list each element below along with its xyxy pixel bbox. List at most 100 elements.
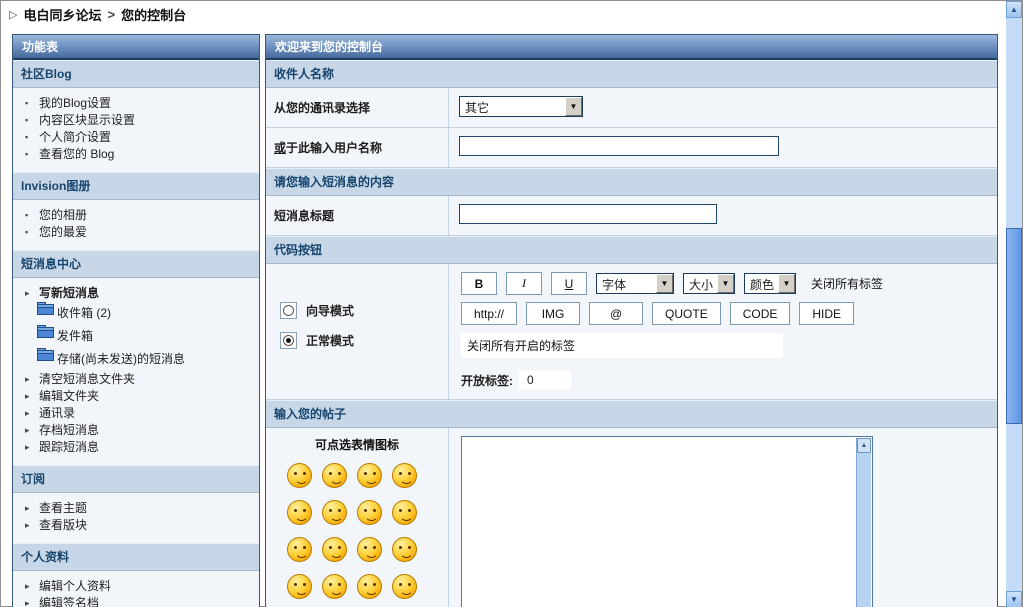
sidebar-item[interactable]: ▸通讯录	[25, 405, 255, 422]
normal-mode-label: 正常模式	[306, 332, 354, 349]
chevron-down-icon[interactable]: ▼	[717, 274, 734, 293]
emoticon-thinking-icon[interactable]	[357, 574, 382, 599]
sidebar-item[interactable]: 存储(尚未发送)的短消息	[25, 348, 255, 371]
bbcode-code-button[interactable]: CODE	[730, 302, 791, 325]
sidebar-item[interactable]: ▪我的Blog设置	[25, 95, 255, 112]
sidebar-item[interactable]: ▸编辑文件夹	[25, 388, 255, 405]
font-select[interactable]: 字体 ▼	[596, 273, 674, 294]
sidebar-item-label: 通讯录	[39, 405, 75, 422]
post-textarea[interactable]: ▲	[461, 436, 873, 607]
emoticon-wink-icon[interactable]	[392, 537, 417, 562]
sidebar-item[interactable]: ▪个人简介设置	[25, 129, 255, 146]
radio-icon[interactable]	[280, 302, 297, 319]
sidebar-title: 功能表	[13, 35, 259, 60]
sidebar-item[interactable]: ▸写新短消息	[25, 285, 255, 302]
sidebar-item-label: 查看主题	[39, 500, 87, 517]
normal-mode-radio[interactable]: 正常模式	[280, 332, 448, 349]
emoticon-frustrated-icon[interactable]	[322, 574, 347, 599]
sidebar-item-label: 发件箱	[57, 327, 93, 346]
bbcode-quote-button[interactable]: QUOTE	[652, 302, 721, 325]
main-panel: 欢迎来到您的控制台 收件人名称 从您的通讯录选择 其它 ▼ 或于此输入用户名称 …	[265, 34, 998, 607]
arrow-bullet-icon: ▸	[25, 371, 39, 388]
emoticon-smile-icon[interactable]	[287, 463, 312, 488]
sidebar-item-label: 编辑文件夹	[39, 388, 99, 405]
folder-icon	[37, 325, 54, 338]
sidebar-item[interactable]: ▪查看您的 Blog	[25, 146, 255, 163]
breadcrumb-forum-link[interactable]: 电白同乡论坛	[23, 5, 101, 24]
chevron-down-icon[interactable]: ▼	[778, 274, 795, 293]
textarea-scrollbar[interactable]: ▲	[856, 438, 871, 607]
scroll-up-icon[interactable]: ▲	[857, 438, 871, 453]
bbcode--button[interactable]: @	[589, 302, 643, 325]
bbcode-hide-button[interactable]: HIDE	[799, 302, 854, 325]
address-book-select[interactable]: 其它 ▼	[459, 96, 583, 117]
bbcode-http-button[interactable]: http://	[461, 302, 517, 325]
username-input[interactable]	[459, 136, 779, 156]
breadcrumb-separator: >	[107, 7, 115, 22]
message-content-section-header: 请您输入短消息的内容	[266, 168, 997, 196]
bold-button[interactable]: B	[461, 272, 497, 295]
arrow-bullet-icon: ▸	[25, 595, 39, 607]
main-title: 欢迎来到您的控制台	[266, 35, 997, 60]
page-scrollbar[interactable]: ▲ ▼	[1006, 1, 1022, 607]
sidebar-item[interactable]: ▸编辑个人资料	[25, 578, 255, 595]
emoticon-sealed-lips-icon[interactable]	[392, 500, 417, 525]
emoticon-big-laugh-icon[interactable]	[287, 537, 312, 562]
folder-icon	[37, 348, 57, 371]
emoticon-playful-tongue-icon[interactable]	[287, 500, 312, 525]
radio-icon[interactable]	[280, 332, 297, 349]
emoticon-scream-icon[interactable]	[322, 500, 347, 525]
post-section-header: 输入您的帖子	[266, 400, 997, 428]
sidebar-item[interactable]: ▪内容区块显示设置	[25, 112, 255, 129]
italic-button[interactable]: I	[506, 272, 542, 295]
scroll-up-icon[interactable]: ▲	[1006, 1, 1022, 18]
sidebar-section-items: ▸查看主题▸查看版块	[13, 493, 259, 543]
scroll-down-icon[interactable]: ▼	[1006, 591, 1022, 607]
emoticon-crying-icon[interactable]	[357, 463, 382, 488]
sidebar-menu-panel: 功能表 社区Blog▪我的Blog设置▪内容区块显示设置▪个人简介设置▪查看您的…	[12, 34, 260, 607]
sidebar-item-label: 我的Blog设置	[39, 95, 111, 112]
chevron-down-icon[interactable]: ▼	[565, 97, 582, 116]
code-buttons-section-header: 代码按钮	[266, 236, 997, 264]
underline-button[interactable]: U	[551, 272, 587, 295]
sidebar-item-label: 编辑个人资料	[39, 578, 111, 595]
code-buttons-area: 向导模式 正常模式 B I U 字体 ▼ 大小 ▼	[266, 264, 997, 400]
sidebar-item[interactable]: ▸查看版块	[25, 517, 255, 534]
emoticon-wide-eyes-icon[interactable]	[392, 574, 417, 599]
sidebar-item[interactable]: ▪您的相册	[25, 207, 255, 224]
emoticon-sweat-drop-icon[interactable]	[322, 537, 347, 562]
message-title-input[interactable]	[459, 204, 717, 224]
sidebar-item[interactable]: ▸查看主题	[25, 500, 255, 517]
sidebar-item[interactable]: ▸编辑签名档	[25, 595, 255, 607]
emoticon-calm-icon[interactable]	[357, 537, 382, 562]
size-select[interactable]: 大小 ▼	[683, 273, 735, 294]
square-bullet-icon: ▪	[25, 224, 39, 241]
wizard-mode-radio[interactable]: 向导模式	[280, 302, 448, 319]
sidebar-item[interactable]: ▸清空短消息文件夹	[25, 371, 255, 388]
sidebar-item[interactable]: ▸存档短消息	[25, 422, 255, 439]
recipient-section-header: 收件人名称	[266, 60, 997, 88]
username-label: 或于此输入用户名称	[266, 128, 449, 167]
bbcode-img-button[interactable]: IMG	[526, 302, 580, 325]
breadcrumb-current-page[interactable]: 您的控制台	[121, 5, 186, 24]
emoticon-tongue-out-icon[interactable]	[322, 463, 347, 488]
folder-icon	[37, 302, 57, 325]
arrow-bullet-icon: ▸	[25, 500, 39, 517]
emoticon-photographer-icon[interactable]	[357, 500, 382, 525]
square-bullet-icon: ▪	[25, 95, 39, 112]
chevron-down-icon[interactable]: ▼	[656, 274, 673, 293]
square-bullet-icon: ▪	[25, 112, 39, 129]
color-select[interactable]: 颜色 ▼	[744, 273, 796, 294]
sidebar-item[interactable]: ▸跟踪短消息	[25, 439, 255, 456]
sidebar-item[interactable]: ▪您的最爱	[25, 224, 255, 241]
folder-icon	[37, 348, 54, 361]
address-book-selected-value: 其它	[460, 97, 565, 116]
sidebar-item[interactable]: 收件箱 (2)	[25, 302, 255, 325]
scrollbar-thumb[interactable]	[1006, 228, 1022, 424]
sidebar-item[interactable]: 发件箱	[25, 325, 255, 348]
arrow-bullet-icon: ▸	[25, 517, 39, 534]
close-all-tags-link[interactable]: 关闭所有标签	[811, 275, 883, 292]
emoticon-sad-icon[interactable]	[287, 574, 312, 599]
emoticon-shocked-icon[interactable]	[392, 463, 417, 488]
close-open-tags-link[interactable]: 关闭所有开启的标签	[461, 333, 783, 358]
